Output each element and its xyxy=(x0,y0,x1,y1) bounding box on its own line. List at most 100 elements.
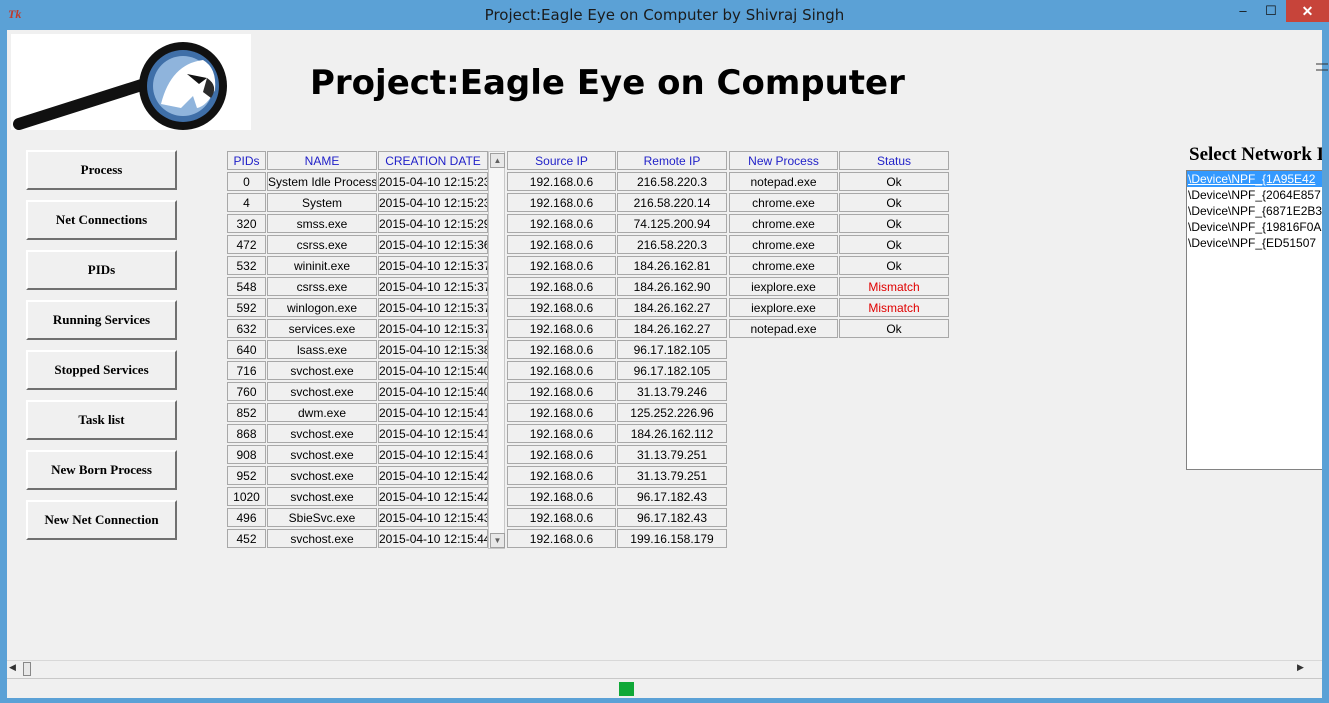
scroll-left-arrow-icon[interactable]: ◀ xyxy=(9,662,16,673)
stopped-services-button[interactable]: Stopped Services xyxy=(26,350,177,390)
column-header-status[interactable]: Status xyxy=(839,151,949,170)
cell-name: System xyxy=(267,193,377,212)
title-bar: Tk Project:Eagle Eye on Computer by Shiv… xyxy=(0,0,1329,30)
minimize-button[interactable]: – xyxy=(1228,0,1258,22)
column-header-date[interactable]: CREATION DATE xyxy=(378,151,488,170)
cell-status: Mismatch xyxy=(839,277,949,296)
cell-process: chrome.exe xyxy=(729,235,838,254)
scroll-down-arrow-icon[interactable]: ▼ xyxy=(490,533,505,548)
cell-remote: 216.58.220.14 xyxy=(617,193,727,212)
eagle-magnifier-icon xyxy=(13,42,227,130)
network-interface-listbox[interactable]: \Device\NPF_{1A95E42 \Device\NPF_{2064E85… xyxy=(1186,170,1322,470)
cell-date: 2015-04-10 12:15:37 xyxy=(378,256,488,275)
cell-date: 2015-04-10 12:15:23 xyxy=(378,193,488,212)
column-header-remote[interactable]: Remote IP xyxy=(617,151,727,170)
cell-date: 2015-04-10 12:15:41 xyxy=(378,424,488,443)
cell-remote: 184.26.162.112 xyxy=(617,424,727,443)
cell-date: 2015-04-10 12:15:42 xyxy=(378,466,488,485)
cell-status: Ok xyxy=(839,235,949,254)
cell-source: 192.168.0.6 xyxy=(507,298,616,317)
net-connections-button[interactable]: Net Connections xyxy=(26,200,177,240)
new-net-connection-button[interactable]: New Net Connection xyxy=(26,500,177,540)
cell-name: smss.exe xyxy=(267,214,377,233)
cell-date: 2015-04-10 12:15:37 xyxy=(378,277,488,296)
scroll-up-arrow-icon[interactable]: ▲ xyxy=(490,153,505,168)
cell-source: 192.168.0.6 xyxy=(507,214,616,233)
new-born-process-button[interactable]: New Born Process xyxy=(26,450,177,490)
column-header-name[interactable]: NAME xyxy=(267,151,377,170)
cell-source: 192.168.0.6 xyxy=(507,256,616,275)
cell-process: notepad.exe xyxy=(729,172,838,191)
cell-source: 192.168.0.6 xyxy=(507,382,616,401)
task-list-button[interactable]: Task list xyxy=(26,400,177,440)
cell-pid: 0 xyxy=(227,172,266,191)
pids-button[interactable]: PIDs xyxy=(26,250,177,290)
scroll-right-arrow-icon[interactable]: ▶ xyxy=(1297,662,1304,673)
horizontal-scrollbar[interactable]: ◀ ▶ xyxy=(7,660,1322,677)
cell-process: iexplore.exe xyxy=(729,277,838,296)
cell-date: 2015-04-10 12:15:43 xyxy=(378,508,488,527)
cell-status: Ok xyxy=(839,256,949,275)
cell-date: 2015-04-10 12:15:38 xyxy=(378,340,488,359)
cell-pid: 548 xyxy=(227,277,266,296)
cell-pid: 452 xyxy=(227,529,266,548)
cell-pid: 532 xyxy=(227,256,266,275)
cell-source: 192.168.0.6 xyxy=(507,508,616,527)
cell-remote: 125.252.226.96 xyxy=(617,403,727,422)
cell-remote: 31.13.79.251 xyxy=(617,445,727,464)
cell-pid: 640 xyxy=(227,340,266,359)
cell-process: chrome.exe xyxy=(729,256,838,275)
cell-pid: 4 xyxy=(227,193,266,212)
cell-name: wininit.exe xyxy=(267,256,377,275)
cell-remote: 31.13.79.251 xyxy=(617,466,727,485)
running-services-button[interactable]: Running Services xyxy=(26,300,177,340)
cell-source: 192.168.0.6 xyxy=(507,424,616,443)
status-bar xyxy=(7,678,1322,698)
cell-date: 2015-04-10 12:15:42 xyxy=(378,487,488,506)
cell-name: svchost.exe xyxy=(267,445,377,464)
list-item[interactable]: \Device\NPF_{2064E857 xyxy=(1187,187,1322,203)
eagle-magnifier-logo xyxy=(11,34,251,130)
main-window-client: Project:Eagle Eye on Computer Process Ne… xyxy=(7,30,1328,697)
list-item[interactable]: \Device\NPF_{6871E2B3 xyxy=(1187,203,1322,219)
cell-name: SbieSvc.exe xyxy=(267,508,377,527)
process-table-scrollbar[interactable]: ▲ ▼ xyxy=(488,151,505,549)
cell-date: 2015-04-10 12:15:41 xyxy=(378,445,488,464)
list-item[interactable]: \Device\NPF_{19816F0A xyxy=(1187,219,1322,235)
page-title: Project:Eagle Eye on Computer xyxy=(310,63,905,103)
cell-source: 192.168.0.6 xyxy=(507,487,616,506)
cell-name: lsass.exe xyxy=(267,340,377,359)
cell-remote: 216.58.220.3 xyxy=(617,172,727,191)
cell-source: 192.168.0.6 xyxy=(507,193,616,212)
cell-source: 192.168.0.6 xyxy=(507,529,616,548)
cell-source: 192.168.0.6 xyxy=(507,445,616,464)
cell-pid: 632 xyxy=(227,319,266,338)
cell-source: 192.168.0.6 xyxy=(507,277,616,296)
close-button[interactable]: ✕ xyxy=(1286,0,1329,22)
cell-process: iexplore.exe xyxy=(729,298,838,317)
cell-pid: 496 xyxy=(227,508,266,527)
column-header-source[interactable]: Source IP xyxy=(507,151,616,170)
cell-remote: 96.17.182.43 xyxy=(617,487,727,506)
process-button[interactable]: Process xyxy=(26,150,177,190)
list-item[interactable]: \Device\NPF_{ED51507 xyxy=(1187,235,1322,251)
cell-date: 2015-04-10 12:15:37 xyxy=(378,319,488,338)
cell-status: Ok xyxy=(839,193,949,212)
cell-pid: 716 xyxy=(227,361,266,380)
cell-date: 2015-04-10 12:15:44 xyxy=(378,529,488,548)
maximize-button[interactable]: ☐ xyxy=(1256,0,1286,22)
cell-name: svchost.exe xyxy=(267,466,377,485)
cell-process: chrome.exe xyxy=(729,214,838,233)
window-vertical-scroll-icon[interactable] xyxy=(1315,62,1329,72)
cell-date: 2015-04-10 12:15:36 xyxy=(378,235,488,254)
network-interface-label: Select Network Interface xyxy=(1189,144,1322,165)
column-header-process[interactable]: New Process xyxy=(729,151,838,170)
cell-name: services.exe xyxy=(267,319,377,338)
cell-remote: 184.26.162.90 xyxy=(617,277,727,296)
list-item[interactable]: \Device\NPF_{1A95E42 xyxy=(1187,171,1322,187)
horizontal-scroll-thumb[interactable] xyxy=(23,662,31,676)
column-header-pid[interactable]: PIDs xyxy=(227,151,266,170)
cell-name: winlogon.exe xyxy=(267,298,377,317)
status-indicator xyxy=(619,682,634,696)
cell-name: svchost.exe xyxy=(267,529,377,548)
